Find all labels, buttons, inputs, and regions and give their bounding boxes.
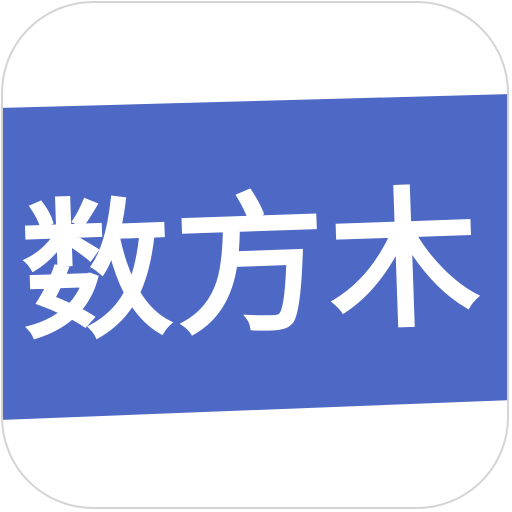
banner-shape <box>3 94 507 420</box>
logo-banner <box>3 3 507 507</box>
app-icon[interactable]: 数方木 <box>1 1 509 509</box>
